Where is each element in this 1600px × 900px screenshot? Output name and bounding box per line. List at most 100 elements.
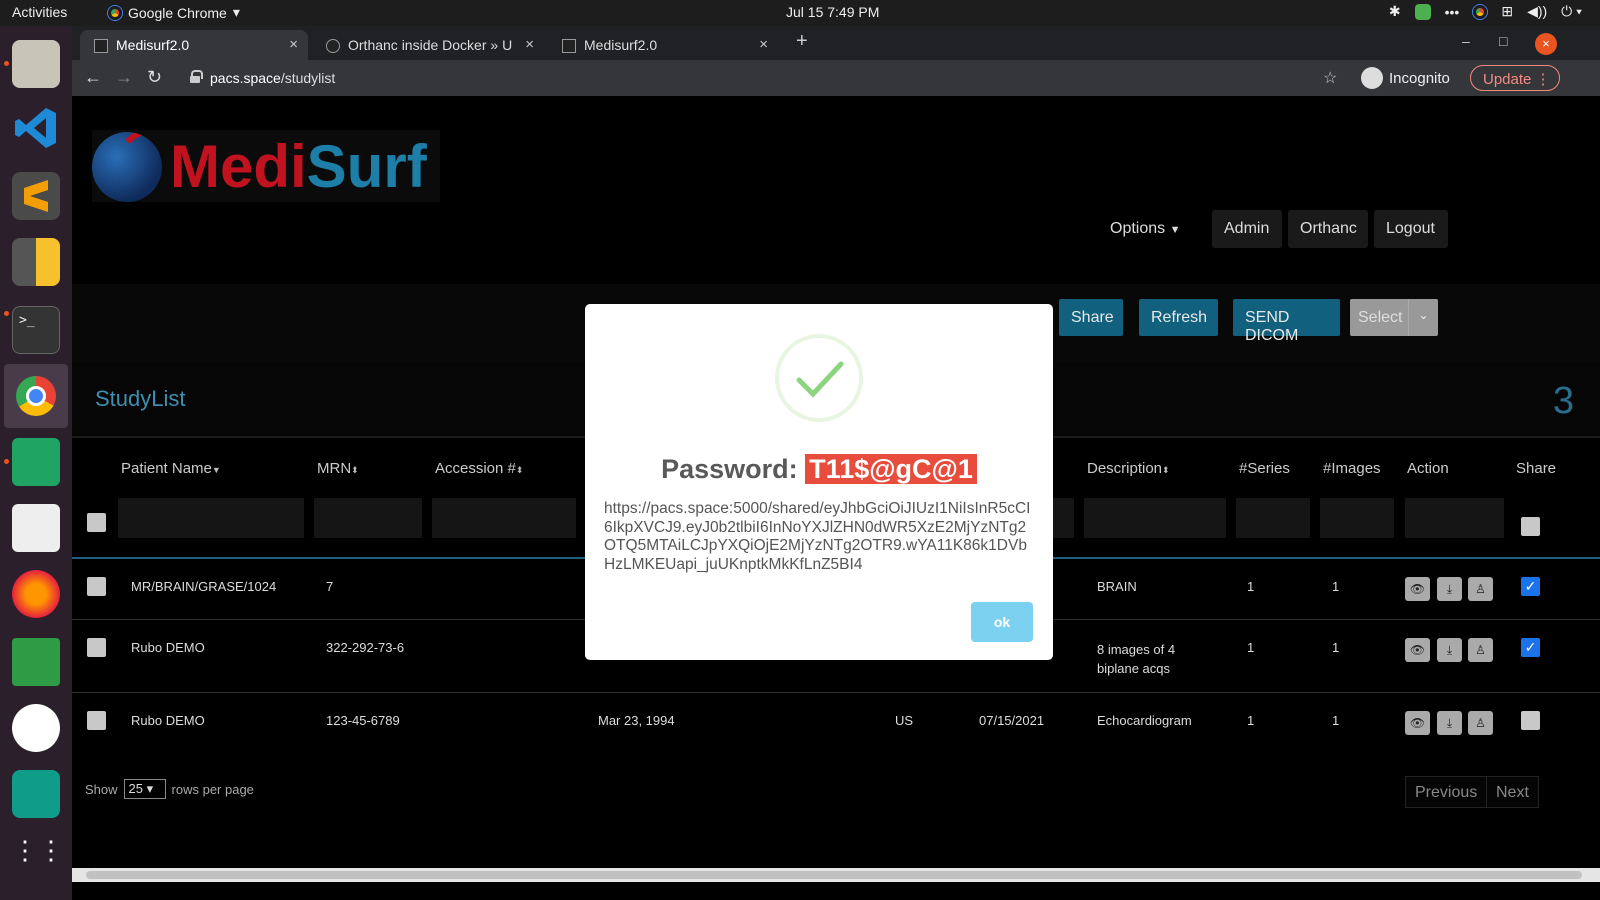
- files-icon[interactable]: [12, 40, 60, 88]
- close-tab-icon[interactable]: ×: [289, 36, 298, 53]
- col-accession[interactable]: Accession #⬍: [435, 460, 523, 477]
- share-button[interactable]: Share: [1059, 299, 1123, 336]
- back-button[interactable]: ←: [84, 67, 102, 88]
- ok-button[interactable]: ok: [971, 602, 1033, 642]
- share-user-icon[interactable]: ♙: [1468, 577, 1493, 601]
- col-description[interactable]: Description⬍: [1087, 460, 1170, 477]
- row-study-date: 07/15/2021: [979, 713, 1045, 728]
- tab-orthanc[interactable]: Orthanc inside Docker » U ×: [312, 30, 544, 60]
- bookmark-star-icon[interactable]: ☆: [1323, 68, 1337, 88]
- share-all-checkbox[interactable]: [1521, 517, 1540, 536]
- chrome-icon: [108, 5, 122, 20]
- horizontal-scrollbar[interactable]: [72, 868, 1600, 882]
- col-mrn[interactable]: MRN⬍: [317, 460, 359, 477]
- tab-medisurf[interactable]: Medisurf2.0 ×: [548, 30, 778, 60]
- share-checkbox-checked[interactable]: ✓: [1521, 577, 1540, 596]
- app-menu[interactable]: Google Chrome ▾: [108, 4, 240, 21]
- row-checkbox[interactable]: [87, 577, 106, 596]
- maximize-button[interactable]: □: [1499, 33, 1507, 49]
- sublime-text-icon[interactable]: [12, 172, 60, 220]
- view-eye-icon[interactable]: 👁: [1405, 577, 1430, 601]
- row-patient-name[interactable]: Rubo DEMO: [131, 640, 205, 655]
- action-filter[interactable]: [1405, 498, 1504, 538]
- document-viewer-icon[interactable]: [12, 504, 60, 552]
- reload-button[interactable]: ↻: [147, 67, 162, 88]
- share-user-icon[interactable]: ♙: [1468, 711, 1493, 735]
- download-icon[interactable]: ⤓: [1437, 638, 1462, 662]
- series-filter[interactable]: [1236, 498, 1310, 538]
- row-patient-name[interactable]: Rubo DEMO: [131, 713, 205, 728]
- slack-icon[interactable]: [12, 704, 60, 752]
- row-description: 8 images of 4 biplane acqs: [1097, 642, 1176, 676]
- show-apps-icon[interactable]: ⋮⋮⋮: [12, 828, 90, 876]
- chrome-dock-active[interactable]: [4, 364, 68, 428]
- firefox-icon[interactable]: [12, 570, 60, 618]
- scrollbar-thumb[interactable]: [86, 871, 1582, 879]
- close-tab-icon[interactable]: ×: [759, 36, 768, 53]
- shield-tray-icon[interactable]: [1414, 3, 1431, 20]
- images-filter[interactable]: [1320, 498, 1394, 538]
- new-tab-button[interactable]: +: [796, 30, 808, 53]
- accession-filter[interactable]: [432, 498, 576, 538]
- col-label: Accession #: [435, 460, 516, 477]
- download-icon[interactable]: ⤓: [1437, 711, 1462, 735]
- caret-down-icon: ▼: [1169, 224, 1181, 236]
- more-tray-icon[interactable]: •••: [1445, 4, 1460, 20]
- forward-button[interactable]: →: [115, 67, 133, 88]
- next-page-button[interactable]: Next: [1486, 776, 1539, 808]
- patient-name-filter[interactable]: [118, 498, 304, 538]
- row-patient-name[interactable]: MR/BRAIN/GRASE/1024: [131, 579, 276, 594]
- update-button[interactable]: Update ⋮: [1470, 65, 1560, 91]
- tab-medisurf-active[interactable]: Medisurf2.0 ×: [80, 30, 308, 60]
- terminal-icon[interactable]: >_: [12, 306, 60, 354]
- row-mrn: 123-45-6789: [326, 713, 400, 728]
- system-tray[interactable]: ✱ ••• ⊞ ◀)) ⏻ ▾: [1389, 3, 1582, 20]
- refresh-button[interactable]: Refresh: [1139, 299, 1218, 336]
- view-eye-icon[interactable]: 👁: [1405, 711, 1430, 735]
- previous-page-button[interactable]: Previous: [1405, 776, 1488, 808]
- share-url[interactable]: https://pacs.space:5000/shared/eyJhbGciO…: [604, 500, 1034, 574]
- col-patient-name[interactable]: Patient Name▼: [121, 460, 221, 477]
- calculator-icon[interactable]: [12, 238, 60, 286]
- share-checkbox[interactable]: [1521, 711, 1540, 730]
- vscode-icon[interactable]: [12, 104, 60, 152]
- activities-button[interactable]: Activities: [12, 4, 67, 20]
- password-value[interactable]: T11$@gC@1: [805, 454, 977, 484]
- app-icon[interactable]: [12, 770, 60, 818]
- volume-icon[interactable]: ◀)): [1527, 3, 1547, 20]
- select-dropdown[interactable]: Select ⌄: [1350, 299, 1438, 336]
- rows-per-page-select[interactable]: 25 ▾: [123, 779, 166, 799]
- view-eye-icon[interactable]: 👁: [1405, 638, 1430, 662]
- slack-tray-icon[interactable]: ✱: [1389, 3, 1401, 20]
- share-checkbox-checked[interactable]: ✓: [1521, 638, 1540, 657]
- globe-logo-icon: [92, 132, 162, 202]
- orthanc-button[interactable]: Orthanc: [1288, 210, 1368, 248]
- row-mrn: 322-292-73-6: [326, 640, 405, 655]
- description-filter[interactable]: [1084, 498, 1226, 538]
- select-all-checkbox[interactable]: [87, 513, 106, 532]
- show-label: Show: [85, 781, 118, 797]
- network-icon[interactable]: ⊞: [1501, 3, 1513, 20]
- share-user-icon[interactable]: ♙: [1468, 638, 1493, 662]
- clock[interactable]: Jul 15 7:49 PM: [786, 4, 879, 20]
- medisurf-logo[interactable]: MediSurf: [92, 130, 440, 202]
- options-label: Options: [1110, 220, 1166, 237]
- close-window-button[interactable]: ×: [1535, 33, 1557, 55]
- chrome-tray-icon[interactable]: [1473, 4, 1488, 19]
- google-chat-icon[interactable]: [12, 438, 60, 486]
- incognito-indicator[interactable]: Incognito: [1361, 67, 1450, 89]
- password-label: Password:: [661, 454, 798, 484]
- close-tab-icon[interactable]: ×: [525, 36, 534, 53]
- spreadsheet-icon[interactable]: [12, 638, 60, 686]
- options-dropdown[interactable]: Options ▼: [1110, 210, 1180, 248]
- row-checkbox[interactable]: [87, 638, 106, 657]
- minimize-button[interactable]: –: [1462, 33, 1470, 49]
- download-icon[interactable]: ⤓: [1437, 577, 1462, 601]
- logout-button[interactable]: Logout: [1374, 210, 1448, 248]
- power-icon[interactable]: ⏻ ▾: [1561, 3, 1582, 20]
- row-checkbox[interactable]: [87, 711, 106, 730]
- send-dicom-button[interactable]: SEND DICOM: [1233, 299, 1340, 344]
- address-bar[interactable]: pacs.space/studylist: [182, 64, 1342, 92]
- mrn-filter[interactable]: [314, 498, 422, 538]
- admin-button[interactable]: Admin: [1212, 210, 1282, 248]
